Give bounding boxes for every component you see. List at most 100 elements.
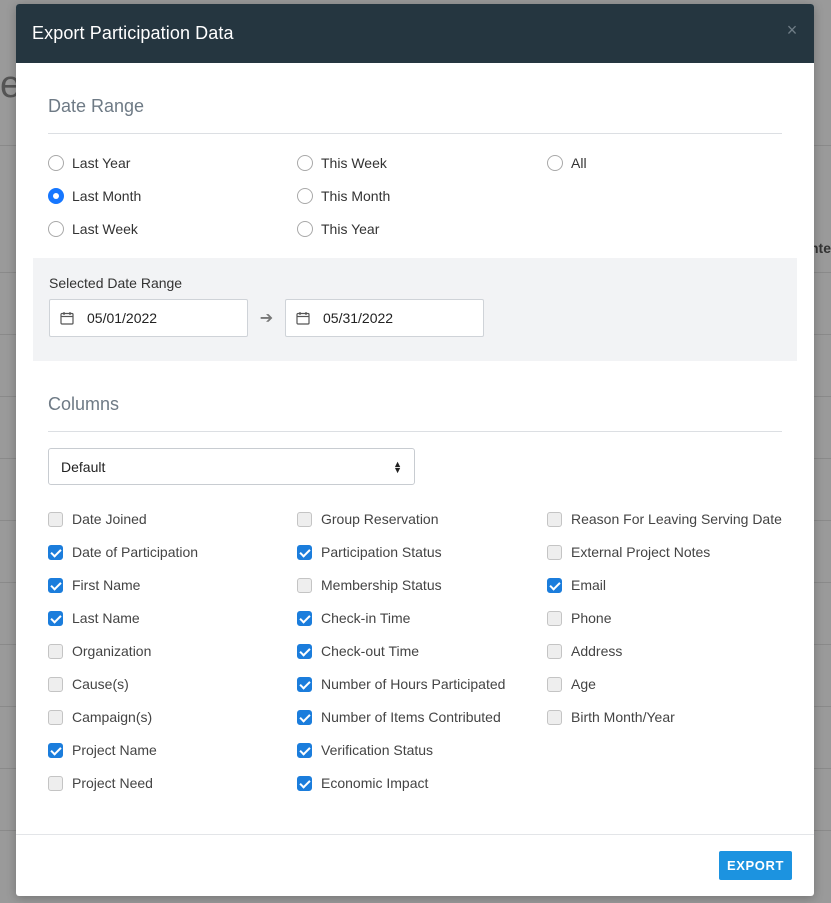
calendar-icon [60,312,74,325]
radio-button[interactable] [297,188,313,204]
column-option-age[interactable]: Age [547,673,787,695]
date-range-title: Date Range [48,63,782,134]
end-date-input[interactable]: 05/31/2022 [285,299,484,337]
column-option-economic-impact[interactable]: Economic Impact [297,772,547,794]
checkbox-label: Project Name [72,742,157,758]
checkbox[interactable] [297,511,312,527]
export-button[interactable]: EXPORT [719,851,792,880]
column-option-number-of-items-contributed[interactable]: Number of Items Contributed [297,706,547,728]
column-option-organization[interactable]: Organization [48,640,297,662]
checkbox[interactable] [547,643,562,659]
column-option-verification-status[interactable]: Verification Status [297,739,547,761]
checkbox[interactable] [547,577,562,593]
checkbox[interactable] [48,709,63,725]
checkbox[interactable] [297,577,312,593]
checkbox-label: Check-out Time [321,643,420,659]
radio-option-last-week[interactable]: Last Week [48,218,297,240]
checkbox[interactable] [297,676,312,692]
checkbox[interactable] [48,676,63,692]
radio-option-this-year[interactable]: This Year [297,218,547,240]
radio-label: This Week [321,155,387,171]
checkbox[interactable] [547,676,562,692]
checkbox[interactable] [48,643,63,659]
radio-button[interactable] [297,221,313,237]
modal-footer: EXPORT [16,834,814,896]
start-date-input[interactable]: 05/01/2022 [49,299,248,337]
column-option-address[interactable]: Address [547,640,787,662]
calendar-icon [296,312,310,325]
checkbox[interactable] [297,643,312,659]
checkbox[interactable] [547,709,562,725]
radio-button[interactable] [297,155,313,171]
column-option-reason-for-leaving-serving-date[interactable]: Reason For Leaving Serving Date [547,508,787,530]
column-option-participation-status[interactable]: Participation Status [297,541,547,563]
checkbox[interactable] [547,544,562,560]
selected-date-range-label: Selected Date Range [49,275,183,291]
checkbox-label: Campaign(s) [72,709,153,725]
checkbox[interactable] [48,577,63,593]
column-option-group-reservation[interactable]: Group Reservation [297,508,547,530]
column-option-campaign-s[interactable]: Campaign(s) [48,706,297,728]
radio-button[interactable] [48,221,64,237]
radio-label: Last Month [72,188,142,204]
grid-spacer [547,739,787,761]
close-icon[interactable]: × [784,21,800,39]
radio-button[interactable] [547,155,563,171]
checkbox[interactable] [297,610,312,626]
radio-option-last-year[interactable]: Last Year [48,152,297,174]
column-option-project-need[interactable]: Project Need [48,772,297,794]
radio-option-this-month[interactable]: This Month [297,185,547,207]
checkbox[interactable] [48,544,63,560]
column-option-email[interactable]: Email [547,574,787,596]
checkbox[interactable] [547,610,562,626]
checkbox[interactable] [48,610,63,626]
checkbox-label: Address [571,643,623,659]
checkbox[interactable] [297,709,312,725]
radio-button[interactable] [48,155,64,171]
radio-label: This Month [321,188,391,204]
column-option-phone[interactable]: Phone [547,607,787,629]
columns-title: Columns [48,361,782,432]
checkbox-label: Date of Participation [72,544,199,560]
checkbox[interactable] [297,775,312,791]
radio-option-all[interactable]: All [547,152,787,174]
radio-button[interactable] [48,188,64,204]
checkbox-label: Last Name [72,610,140,626]
radio-label: This Year [321,221,380,237]
checkbox-label: Cause(s) [72,676,129,692]
radio-option-this-week[interactable]: This Week [297,152,547,174]
column-option-check-in-time[interactable]: Check-in Time [297,607,547,629]
column-option-birth-month-year[interactable]: Birth Month/Year [547,706,787,728]
radio-label: Last Week [72,221,138,237]
modal-title: Export Participation Data [32,23,234,43]
radio-label: All [571,155,587,171]
checkbox-label: External Project Notes [571,544,711,560]
checkbox-label: Membership Status [321,577,442,593]
column-option-date-joined[interactable]: Date Joined [48,508,297,530]
checkbox-label: Check-in Time [321,610,411,626]
export-modal: Export Participation Data × Date Range L… [16,4,814,896]
column-option-number-of-hours-participated[interactable]: Number of Hours Participated [297,673,547,695]
checkbox[interactable] [297,742,312,758]
checkbox-label: Phone [571,610,612,626]
checkbox[interactable] [48,511,63,527]
column-option-membership-status[interactable]: Membership Status [297,574,547,596]
column-option-cause-s[interactable]: Cause(s) [48,673,297,695]
checkbox[interactable] [48,742,63,758]
checkbox[interactable] [48,775,63,791]
radio-label: Last Year [72,155,131,171]
checkbox-label: Number of Items Contributed [321,709,501,725]
radio-option-last-month[interactable]: Last Month [48,185,297,207]
column-option-first-name[interactable]: First Name [48,574,297,596]
selected-date-range-panel: Selected Date Range 05/01/2022 ➔ 05/31/2… [33,258,797,361]
column-option-external-project-notes[interactable]: External Project Notes [547,541,787,563]
checkbox[interactable] [547,511,562,527]
start-date-value: 05/01/2022 [87,310,158,326]
column-option-project-name[interactable]: Project Name [48,739,297,761]
columns-preset-select[interactable]: Default ▲ ▼ [48,448,415,485]
modal-header: Export Participation Data × [16,4,814,63]
column-option-last-name[interactable]: Last Name [48,607,297,629]
column-option-date-of-participation[interactable]: Date of Participation [48,541,297,563]
checkbox[interactable] [297,544,312,560]
column-option-check-out-time[interactable]: Check-out Time [297,640,547,662]
